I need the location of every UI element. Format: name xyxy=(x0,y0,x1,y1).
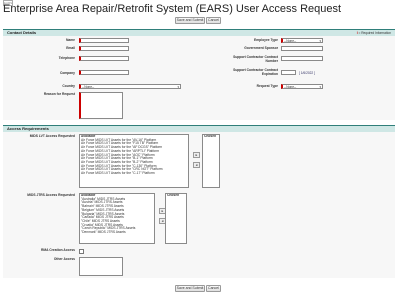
contact-details-header: Contact Details I = Required Information xyxy=(3,29,395,36)
country-select-value: --None-- xyxy=(82,85,95,89)
request-type-label: Request Type xyxy=(256,84,278,88)
save-submit-button-top[interactable]: Save and Submit xyxy=(175,17,205,24)
rma-creation-checkbox[interactable] xyxy=(79,249,84,254)
gov-sponsor-input[interactable] xyxy=(281,46,323,51)
mids-lvt-chosen-header: Chosen xyxy=(204,134,217,138)
reason-label: Reason for Request xyxy=(43,92,75,96)
mids-lvt-label: MIDS LVT Access Requested xyxy=(29,134,75,138)
cancel-button-top[interactable]: Cancel xyxy=(206,17,221,24)
contract-expiration-label: Support Contractor Contract Expiration xyxy=(233,68,278,76)
mids-lvt-available-list[interactable]: Available Air Force MIDS LVT Assets for … xyxy=(79,134,189,188)
country-select[interactable]: --None-- ▾ xyxy=(79,84,181,89)
employee-type-label: Employee Type xyxy=(254,38,278,42)
mids-lvt-chosen-list[interactable]: Chosen xyxy=(202,134,220,188)
mids-lvt-remove-button[interactable]: ◄ xyxy=(193,162,200,168)
cancel-button-bottom[interactable]: Cancel xyxy=(206,285,221,292)
contract-number-input[interactable] xyxy=(281,56,323,61)
company-label: Company xyxy=(59,71,75,75)
contract-expiration-input[interactable] xyxy=(281,70,296,75)
date-link[interactable]: [ 1/6/2022 ] xyxy=(299,71,315,75)
chevron-down-icon: ▾ xyxy=(319,85,321,89)
mids-jtrs-label: MIDS JTRS Access Requested xyxy=(27,193,75,197)
gov-sponsor-label: Government Sponsor xyxy=(244,46,278,50)
list-item[interactable]: Air Force MIDS LVT Assets for the "C-17"… xyxy=(81,171,188,176)
email-input[interactable] xyxy=(79,46,129,51)
other-access-label: Other Access xyxy=(53,257,75,261)
contact-details-panel xyxy=(3,36,395,120)
mids-jtrs-chosen-list[interactable]: Chosen xyxy=(165,193,187,244)
rma-creation-label: RMA Creation Access xyxy=(40,248,75,252)
employee-type-value: --None-- xyxy=(284,39,297,43)
access-requirements-header: Access Requirements xyxy=(3,125,395,132)
required-info-text: = Required Information xyxy=(358,31,391,35)
company-input[interactable] xyxy=(79,70,129,75)
telephone-label: Telephone xyxy=(58,56,75,60)
country-label: Country xyxy=(62,84,75,88)
mids-lvt-add-button[interactable]: ► xyxy=(193,152,200,158)
employee-type-select[interactable]: --None-- ▾ xyxy=(281,38,323,43)
name-input[interactable] xyxy=(79,38,129,43)
request-type-value: --None-- xyxy=(284,85,297,89)
chevron-down-icon: ▾ xyxy=(177,85,179,89)
reason-textarea[interactable] xyxy=(79,92,123,119)
chevron-down-icon: ▾ xyxy=(319,39,321,43)
other-access-textarea[interactable] xyxy=(79,257,123,276)
page-title: Enterprise Area Repair/Retrofit System (… xyxy=(3,3,342,15)
list-item[interactable]: "Denmark" MIDS JTRS Assets xyxy=(81,230,154,235)
email-label: Email xyxy=(66,46,75,50)
save-submit-button-bottom[interactable]: Save and Submit xyxy=(175,285,205,292)
contract-number-label: Support Contractor Contract Number xyxy=(233,55,278,63)
telephone-input[interactable] xyxy=(79,56,129,61)
name-label: Name xyxy=(66,38,75,42)
request-type-select[interactable]: --None-- ▾ xyxy=(281,84,323,89)
mids-jtrs-chosen-header: Chosen xyxy=(167,193,180,197)
mids-jtrs-available-list[interactable]: Available "Australia" MIDS JTRS Assets "… xyxy=(79,193,155,244)
